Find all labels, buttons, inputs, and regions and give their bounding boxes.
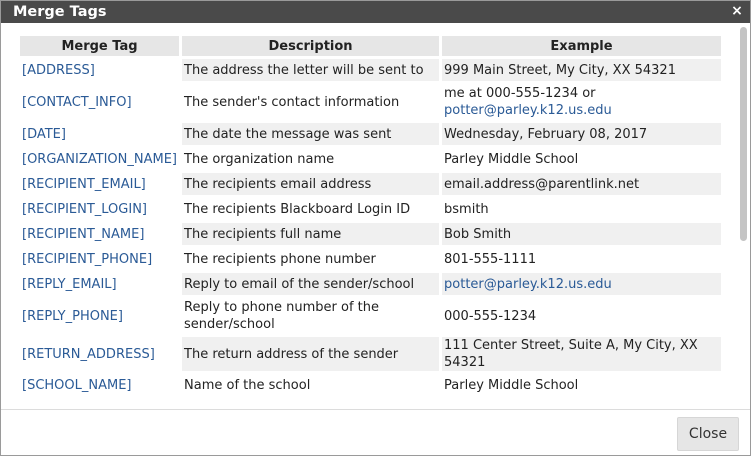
example-cell: 999 Main Street, My City, XX 54321 [442, 59, 722, 81]
merge-tag-cell[interactable]: [ADDRESS] [20, 59, 179, 81]
description-cell: The recipients Blackboard Login ID [182, 198, 440, 220]
example-cell: 801-555-1111 [442, 248, 722, 270]
description-cell: The recipients full name [182, 223, 440, 245]
example-cell: me at 000-555-1234 or potter@parley.k12.… [442, 84, 722, 120]
description-cell: The recipients email address [182, 173, 440, 195]
merge-tag-cell[interactable]: [RECIPIENT_LOGIN] [20, 198, 179, 220]
merge-tag-cell[interactable]: [RECIPIENT_NAME] [20, 223, 179, 245]
merge-tag-link[interactable]: [RECIPIENT_EMAIL] [22, 177, 146, 192]
email-link[interactable]: potter@parley.k12.us.edu [444, 277, 612, 292]
example-text: me at 000-555-1234 or [444, 86, 596, 101]
table-row: [ADDRESS] The address the letter will be… [20, 59, 722, 81]
description-cell: The address the letter will be sent to [182, 59, 440, 81]
close-button[interactable]: Close [677, 417, 739, 451]
merge-tag-link[interactable]: [ORGANIZATION_NAME] [22, 152, 177, 167]
example-cell: Parley Middle School [442, 148, 722, 170]
table-row: [SCHOOL_NAME] Name of the school Parley … [20, 374, 722, 396]
example-cell: 000-555-1234 [442, 298, 722, 334]
table-row: [REPLY_PHONE] Reply to phone number of t… [20, 298, 722, 334]
merge-tag-link[interactable]: [RECIPIENT_LOGIN] [22, 202, 147, 217]
scrollbar-thumb[interactable] [740, 27, 747, 241]
description-cell: Name of the school [182, 374, 440, 396]
table-row: [CONTACT_INFO] The sender's contact info… [20, 84, 722, 120]
table-header-row: Merge Tag Description Example [20, 36, 722, 56]
vertical-scrollbar[interactable] [739, 25, 748, 405]
dialog-content: Merge Tag Description Example [ADDRESS] … [1, 23, 750, 409]
close-icon[interactable]: × [730, 2, 744, 20]
example-cell: bsmith [442, 198, 722, 220]
merge-tag-link[interactable]: [REPLY_EMAIL] [22, 277, 117, 292]
table-row: [RETURN_ADDRESS] The return address of t… [20, 337, 722, 371]
description-cell: The date the message was sent [182, 123, 440, 145]
merge-tag-cell[interactable]: [RETURN_ADDRESS] [20, 337, 179, 371]
example-cell: email.address@parentlink.net [442, 173, 722, 195]
table-row: [RECIPIENT_LOGIN] The recipients Blackbo… [20, 198, 722, 220]
dialog-footer: Close [1, 409, 750, 455]
merge-tag-link[interactable]: [DATE] [22, 127, 66, 142]
merge-tag-cell[interactable]: [RECIPIENT_PHONE] [20, 248, 179, 270]
merge-tag-link[interactable]: [SCHOOL_NAME] [22, 378, 132, 393]
description-cell: Reply to email of the sender/school [182, 273, 440, 295]
merge-tag-cell[interactable]: [CONTACT_INFO] [20, 84, 179, 120]
table-row: [RECIPIENT_PHONE] The recipients phone n… [20, 248, 722, 270]
merge-tag-cell[interactable]: [DATE] [20, 123, 179, 145]
description-cell: The organization name [182, 148, 440, 170]
example-cell: Bob Smith [442, 223, 722, 245]
example-cell: potter@parley.k12.us.edu [442, 273, 722, 295]
example-cell: 111 Center Street, Suite A, My City, XX … [442, 337, 722, 371]
table-row: [RECIPIENT_EMAIL] The recipients email a… [20, 173, 722, 195]
description-cell: The sender's contact information [182, 84, 440, 120]
merge-tag-cell[interactable]: [REPLY_PHONE] [20, 298, 179, 334]
merge-tags-table: Merge Tag Description Example [ADDRESS] … [17, 33, 724, 399]
description-cell: The recipients phone number [182, 248, 440, 270]
example-cell: Wednesday, February 08, 2017 [442, 123, 722, 145]
merge-tag-link[interactable]: [RECIPIENT_NAME] [22, 227, 144, 242]
table-row: [RECIPIENT_NAME] The recipients full nam… [20, 223, 722, 245]
column-header-merge-tag: Merge Tag [20, 36, 180, 56]
email-link[interactable]: potter@parley.k12.us.edu [444, 102, 719, 119]
table-row: [ORGANIZATION_NAME] The organization nam… [20, 148, 722, 170]
merge-tags-dialog: Merge Tags × Merge Tag Description Examp… [0, 0, 751, 456]
merge-tag-link[interactable]: [CONTACT_INFO] [22, 95, 132, 110]
table-row: [DATE] The date the message was sent Wed… [20, 123, 722, 145]
example-cell: Parley Middle School [442, 374, 722, 396]
dialog-title: Merge Tags [13, 4, 107, 20]
merge-tag-cell[interactable]: [SCHOOL_NAME] [20, 374, 179, 396]
dialog-titlebar: Merge Tags × [1, 1, 750, 23]
description-cell: The return address of the sender [182, 337, 440, 371]
merge-tag-cell[interactable]: [RECIPIENT_EMAIL] [20, 173, 179, 195]
merge-tag-cell[interactable]: [REPLY_EMAIL] [20, 273, 179, 295]
description-cell: Reply to phone number of the sender/scho… [182, 298, 440, 334]
column-header-example: Example [442, 36, 722, 56]
merge-tag-link[interactable]: [REPLY_PHONE] [22, 309, 123, 324]
column-header-description: Description [182, 36, 440, 56]
merge-tag-link[interactable]: [RECIPIENT_PHONE] [22, 252, 152, 267]
table-row: [REPLY_EMAIL] Reply to email of the send… [20, 273, 722, 295]
merge-tag-link[interactable]: [RETURN_ADDRESS] [22, 347, 155, 362]
merge-tag-link[interactable]: [ADDRESS] [22, 63, 95, 78]
merge-tag-cell[interactable]: [ORGANIZATION_NAME] [20, 148, 179, 170]
